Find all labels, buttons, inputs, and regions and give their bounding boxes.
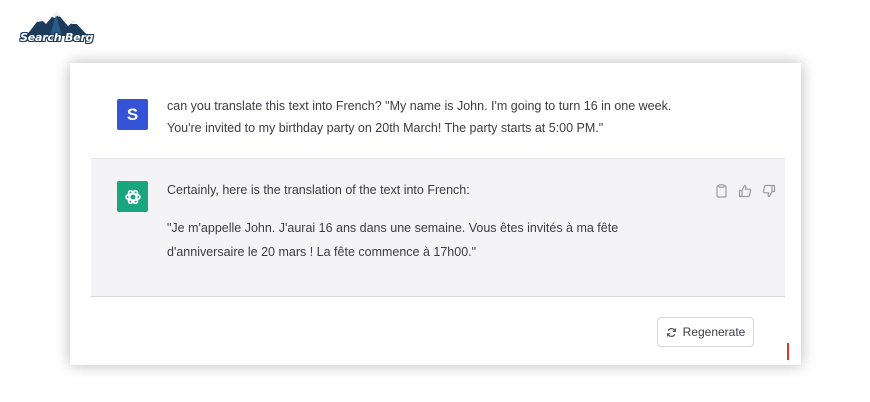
assistant-translation-line: "Je m'appelle John. J'aurai 16 ans dans … — [167, 221, 619, 235]
user-message-row: S can you translate this text into Frenc… — [70, 63, 801, 158]
thumbs-up-icon — [738, 184, 752, 198]
assistant-avatar — [117, 181, 148, 212]
logo-text: Search Berg — [20, 31, 94, 44]
user-message-text: can you translate this text into French?… — [167, 95, 707, 139]
copy-icon — [715, 184, 727, 198]
thumbs-down-icon — [762, 184, 776, 198]
thumbs-up-button[interactable] — [737, 183, 753, 199]
copy-button[interactable] — [713, 183, 729, 199]
assistant-translation-line: d'anniversaire le 20 mars ! La fête comm… — [167, 245, 477, 259]
assistant-message-row: Certainly, here is the translation of th… — [91, 158, 785, 297]
search-berg-logo: Search Berg — [18, 12, 98, 48]
user-message-line: can you translate this text into French?… — [167, 99, 672, 113]
chat-window: S can you translate this text into Frenc… — [70, 63, 801, 365]
regenerate-label: Regenerate — [682, 325, 746, 339]
regenerate-button[interactable]: Regenerate — [657, 317, 754, 347]
refresh-icon — [666, 327, 676, 337]
openai-logo-icon — [124, 189, 141, 204]
assistant-intro-text: Certainly, here is the translation of th… — [167, 183, 470, 197]
assistant-translation-text: "Je m'appelle John. J'aurai 16 ans dans … — [167, 216, 667, 264]
message-actions — [713, 183, 777, 199]
thumbs-down-button[interactable] — [761, 183, 777, 199]
user-message-line: You're invited to my birthday party on 2… — [167, 121, 604, 135]
text-cursor — [787, 343, 789, 360]
user-avatar: S — [117, 99, 148, 130]
